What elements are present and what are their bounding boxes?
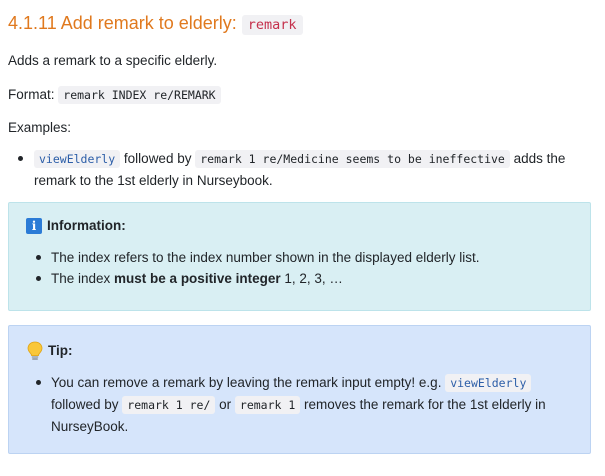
list-item: You can remove a remark by leaving the r… bbox=[26, 372, 576, 437]
information-heading-label: Information: bbox=[47, 218, 126, 233]
examples-list: viewElderly followed by remark 1 re/Medi… bbox=[8, 148, 588, 191]
page: 4.1.11 Add remark to elderly: remark Add… bbox=[0, 0, 605, 476]
tip-text: followed by bbox=[51, 397, 123, 412]
section-heading: 4.1.11 Add remark to elderly: remark bbox=[8, 10, 303, 38]
example-text: followed by bbox=[120, 151, 196, 166]
info-icon: i bbox=[26, 217, 42, 234]
tip-heading: Tip: bbox=[26, 340, 73, 361]
bullet-icon bbox=[36, 380, 41, 385]
format-line: Format: remark INDEX re/REMARK bbox=[8, 84, 221, 106]
section-title-text: 4.1.11 Add remark to elderly: bbox=[8, 13, 242, 33]
tip-code-remark: remark 1 bbox=[234, 396, 301, 414]
example-code-remark: remark 1 re/Medicine seems to be ineffec… bbox=[195, 150, 510, 168]
tip-code-remark-re: remark 1 re/ bbox=[122, 396, 216, 414]
bullet-icon bbox=[36, 255, 41, 260]
information-heading: i Information: bbox=[26, 215, 126, 236]
information-list: The index refers to the index number sho… bbox=[26, 247, 576, 289]
list-item: The index refers to the index number sho… bbox=[26, 247, 576, 268]
tip-box: Tip: You can remove a remark by leaving … bbox=[8, 325, 591, 454]
lightbulb-icon bbox=[27, 341, 43, 360]
tip-code-viewelderly: viewElderly bbox=[445, 374, 532, 392]
info-item-text-after: 1, 2, 3, … bbox=[280, 271, 343, 286]
tip-text: or bbox=[215, 397, 235, 412]
info-item-bold: must be a positive integer bbox=[114, 271, 281, 286]
information-box: i Information: The index refers to the i… bbox=[8, 202, 591, 311]
list-item: viewElderly followed by remark 1 re/Medi… bbox=[8, 148, 588, 191]
tip-text: You can remove a remark by leaving the r… bbox=[51, 375, 446, 390]
list-item: The index must be a positive integer 1, … bbox=[26, 268, 576, 289]
example-code-viewelderly: viewElderly bbox=[34, 150, 121, 168]
examples-label: Examples: bbox=[8, 120, 72, 135]
tip-heading-label: Tip: bbox=[48, 343, 73, 358]
format-code: remark INDEX re/REMARK bbox=[58, 86, 221, 104]
bullet-icon bbox=[18, 156, 23, 161]
section-title-code: remark bbox=[241, 15, 303, 35]
tip-list: You can remove a remark by leaving the r… bbox=[26, 372, 576, 437]
format-label: Format: bbox=[8, 87, 59, 102]
info-item-text: The index bbox=[51, 271, 115, 286]
command-description: Adds a remark to a specific elderly. bbox=[8, 53, 218, 68]
info-item-text: The index refers to the index number sho… bbox=[51, 250, 480, 265]
bullet-icon bbox=[36, 276, 41, 281]
